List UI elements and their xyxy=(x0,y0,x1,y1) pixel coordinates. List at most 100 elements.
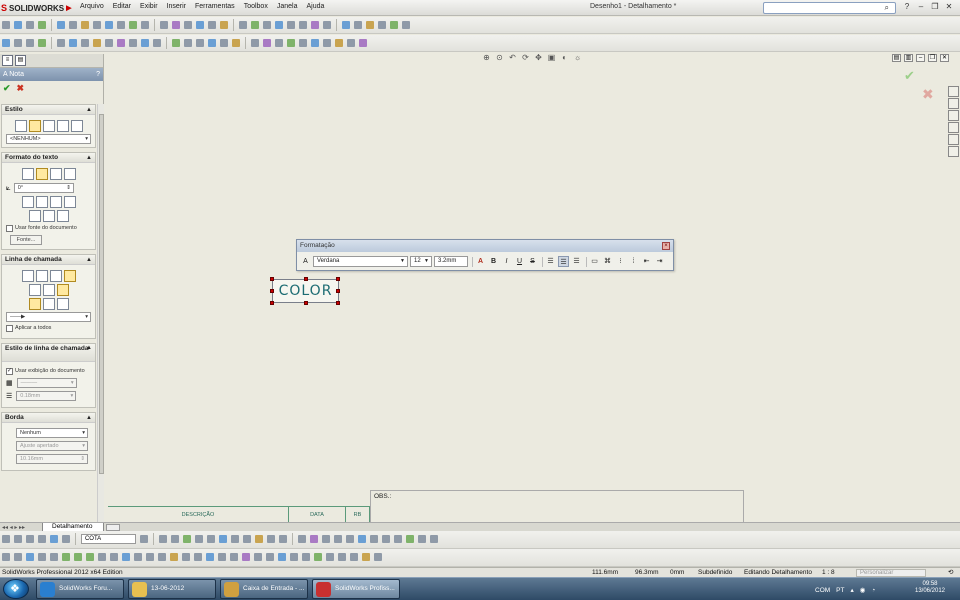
tool-icon[interactable] xyxy=(239,21,247,29)
leader-nearest-icon[interactable] xyxy=(56,284,69,296)
menu-arquivo[interactable]: Arquivo xyxy=(80,3,104,10)
style-icon[interactable] xyxy=(14,120,27,132)
file-explorer-icon[interactable] xyxy=(948,110,959,121)
tool-icon[interactable] xyxy=(158,535,167,543)
tool-icon[interactable] xyxy=(335,39,343,47)
tool-icon[interactable] xyxy=(50,535,58,543)
minimize-icon[interactable]: – xyxy=(916,2,926,12)
increase-indent-icon[interactable]: ⇥ xyxy=(654,256,665,267)
tool-icon[interactable] xyxy=(160,21,168,29)
tool-icon[interactable] xyxy=(311,39,319,47)
border-group-header[interactable]: Borda ▲ xyxy=(2,413,95,423)
tool-icon[interactable] xyxy=(122,553,130,561)
note-handle[interactable] xyxy=(336,277,340,281)
checkbox-box[interactable]: ✓ xyxy=(6,368,13,375)
font-size-select[interactable]: 12 ▼ xyxy=(410,256,432,267)
ok-check-icon[interactable]: ✔ xyxy=(3,83,11,93)
menu-editar[interactable]: Editar xyxy=(113,3,131,10)
tool-icon[interactable] xyxy=(242,553,250,561)
tool-icon[interactable] xyxy=(139,535,148,543)
insert-gtol-icon[interactable] xyxy=(28,210,41,222)
tool-icon[interactable] xyxy=(57,39,65,47)
tool-icon[interactable] xyxy=(153,39,161,47)
tile-icon[interactable]: ▤ xyxy=(892,54,901,62)
tool-icon[interactable] xyxy=(362,553,370,561)
cascade-icon[interactable]: ▥ xyxy=(904,54,913,62)
previous-view-icon[interactable]: ↶ xyxy=(508,53,517,62)
tool-icon[interactable] xyxy=(354,21,362,29)
tool-icon[interactable] xyxy=(158,553,166,561)
tool-icon[interactable] xyxy=(299,21,307,29)
menu-toolbox[interactable]: Toolbox xyxy=(244,3,268,10)
tool-icon[interactable] xyxy=(230,553,238,561)
formatting-toolbar-title[interactable]: Formatação × xyxy=(297,240,673,252)
collapse-icon[interactable]: ▲ xyxy=(86,105,92,115)
text-height-input[interactable]: 3.2mm xyxy=(434,256,468,267)
confirm-cancel-icon[interactable]: ✖ xyxy=(922,86,934,103)
tool-icon[interactable] xyxy=(26,535,34,543)
leader-straight-icon[interactable] xyxy=(21,270,34,282)
tool-icon[interactable] xyxy=(2,21,10,29)
tool-icon[interactable] xyxy=(429,535,438,543)
note-handle[interactable] xyxy=(336,289,340,293)
font-button[interactable]: Fonte... xyxy=(10,235,42,245)
tool-icon[interactable] xyxy=(263,21,271,29)
note-handle[interactable] xyxy=(304,301,308,305)
cancel-x-icon[interactable]: ✖ xyxy=(17,83,25,93)
tool-icon[interactable] xyxy=(242,535,251,543)
align-center-icon[interactable]: ☰ xyxy=(558,256,569,267)
tool-icon[interactable] xyxy=(220,21,228,29)
tool-icon[interactable] xyxy=(93,39,101,47)
style-select[interactable]: <NENHUM> ▾ xyxy=(6,134,91,144)
tool-icon[interactable] xyxy=(14,39,22,47)
customize-select[interactable]: Personalizar xyxy=(856,569,926,577)
bold-button[interactable]: B xyxy=(488,256,499,267)
surface-finish-icon[interactable] xyxy=(42,210,55,222)
tool-icon[interactable] xyxy=(62,535,70,543)
load-style-icon[interactable] xyxy=(70,120,83,132)
tool-icon[interactable] xyxy=(302,553,310,561)
taskbar-item-ie[interactable]: SolidWorks Foru... xyxy=(36,579,124,599)
hyperlink-icon[interactable] xyxy=(21,196,34,208)
taskbar-item-solidworks[interactable]: SolidWorks Profiss... xyxy=(312,579,400,599)
tool-icon[interactable] xyxy=(134,553,142,561)
leader-right-icon[interactable] xyxy=(42,284,55,296)
tray-lang[interactable]: COM xyxy=(815,587,830,594)
zoom-fit-icon[interactable]: ⊕ xyxy=(482,53,491,62)
tool-icon[interactable] xyxy=(81,21,89,29)
tool-icon[interactable] xyxy=(266,553,274,561)
tool-icon[interactable] xyxy=(14,553,22,561)
zoom-area-icon[interactable]: ⊙ xyxy=(495,53,504,62)
tool-icon[interactable] xyxy=(26,39,34,47)
tool-icon[interactable] xyxy=(323,39,331,47)
tool-icon[interactable] xyxy=(275,39,283,47)
tool-icon[interactable] xyxy=(309,535,318,543)
sheet-nav-arrows[interactable]: ◂◂ ◂ ▸ ▸▸ xyxy=(2,524,25,531)
tool-icon[interactable] xyxy=(381,535,390,543)
collapse-icon[interactable]: ▲ xyxy=(86,413,92,423)
tool-icon[interactable] xyxy=(287,39,295,47)
help-icon[interactable]: ? xyxy=(902,2,912,12)
tool-icon[interactable] xyxy=(311,21,319,29)
close-icon[interactable]: × xyxy=(662,242,670,250)
menu-inserir[interactable]: Inserir xyxy=(167,3,186,10)
spinner-icon[interactable]: ⇕ xyxy=(80,455,85,463)
tool-icon[interactable] xyxy=(251,39,259,47)
menu-exibir[interactable]: Exibir xyxy=(140,3,158,10)
tool-icon[interactable] xyxy=(194,553,202,561)
tool-icon[interactable] xyxy=(117,21,125,29)
symbol-icon[interactable]: ⌘ xyxy=(602,256,613,267)
resources-icon[interactable] xyxy=(948,86,959,97)
tool-icon[interactable] xyxy=(129,39,137,47)
use-doc-font-checkbox[interactable]: Usar fonte do documento xyxy=(6,225,91,232)
tool-icon[interactable] xyxy=(347,39,355,47)
tool-icon[interactable] xyxy=(196,21,204,29)
tool-icon[interactable] xyxy=(369,535,378,543)
menu-janela[interactable]: Janela xyxy=(277,3,298,10)
tool-icon[interactable] xyxy=(170,535,179,543)
tool-icon[interactable] xyxy=(266,535,275,543)
tool-icon[interactable] xyxy=(254,553,262,561)
tool-icon[interactable] xyxy=(81,39,89,47)
panel-scrollbar[interactable] xyxy=(97,104,104,522)
tool-icon[interactable] xyxy=(333,535,342,543)
